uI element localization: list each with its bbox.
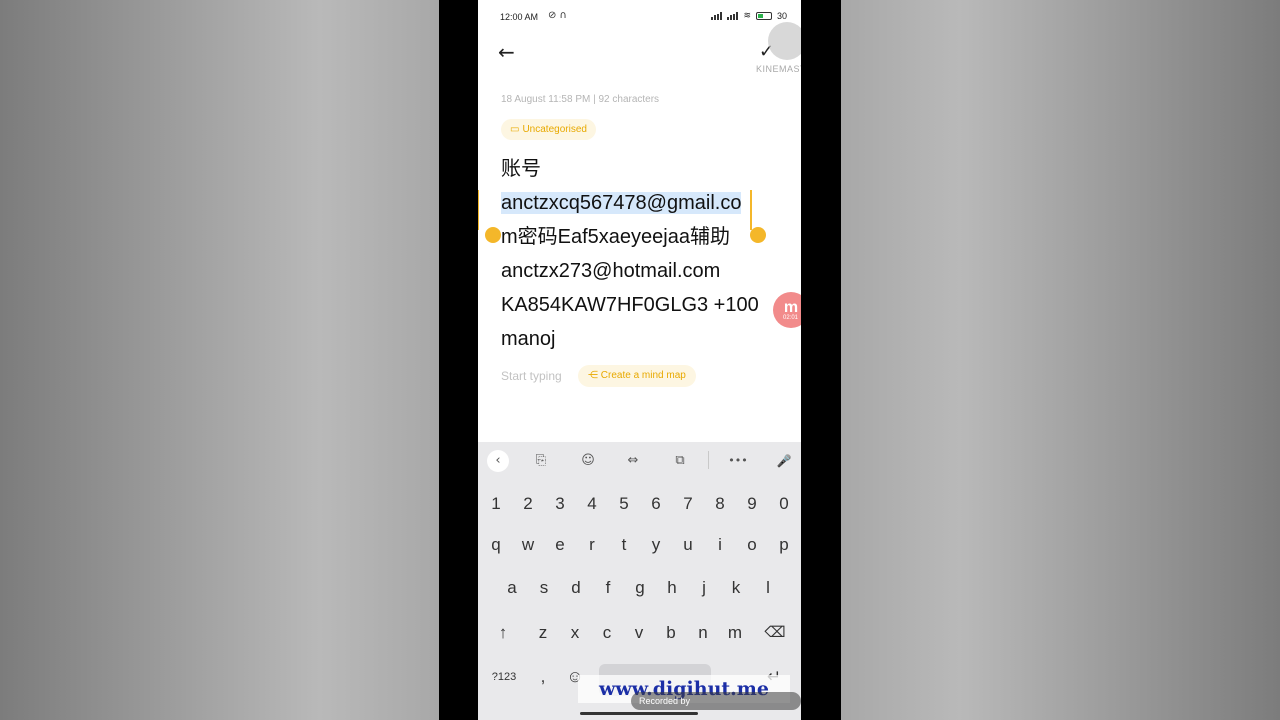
key-n[interactable]: n <box>691 613 715 653</box>
key-b[interactable]: b <box>659 613 683 653</box>
recorder-watermark: Recorded by <box>631 692 801 710</box>
note-line: manoj <box>501 328 556 350</box>
collapse-chevron-icon[interactable]: ‹ <box>487 450 509 472</box>
selection-handle-right-knob[interactable] <box>750 227 766 243</box>
notification-icons: ⊘ ∩ <box>548 10 567 21</box>
key-5[interactable]: 5 <box>612 484 636 524</box>
key-m[interactable]: m <box>723 613 747 653</box>
clipboard-icon[interactable]: ⧉ <box>669 450 691 472</box>
status-right: ≋ 30 <box>711 10 787 21</box>
note-line: m密码Eaf5xaeyeejaa辅助 <box>501 226 730 248</box>
create-mind-map-button[interactable]: ⋲ Create a mind map <box>578 365 696 387</box>
selected-text: anctzxcq567478@gmail.co <box>501 192 742 214</box>
category-label: Uncategorised <box>522 124 587 135</box>
key-g[interactable]: g <box>628 568 652 608</box>
key-c[interactable]: c <box>595 613 619 653</box>
key-e[interactable]: e <box>548 525 572 565</box>
battery-icon <box>755 11 772 20</box>
kinemaster-watermark: KINEMASTER <box>756 64 801 74</box>
note-line: KA854KAW7HF0GLG3 +100 <box>501 294 759 316</box>
kinemaster-logo <box>768 22 801 60</box>
selection-handle-left-knob[interactable] <box>485 227 501 243</box>
selection-handle-right[interactable] <box>750 190 752 230</box>
key-p[interactable]: p <box>772 525 796 565</box>
key-y[interactable]: y <box>644 525 668 565</box>
key-x[interactable]: x <box>563 613 587 653</box>
floating-recorder-bubble[interactable]: m 02:01 <box>773 292 801 328</box>
translate-icon[interactable]: ⎘ <box>530 450 552 472</box>
key-6[interactable]: 6 <box>644 484 668 524</box>
key-f[interactable]: f <box>596 568 620 608</box>
letter-row-3: ↑ z x c v b n m ⌫ <box>478 613 801 653</box>
battery-percent: 30 <box>776 10 787 21</box>
letter-row-2: a s d f g h j k l <box>478 568 801 608</box>
key-h[interactable]: h <box>660 568 684 608</box>
back-arrow-icon[interactable]: ← <box>498 40 522 64</box>
key-k[interactable]: k <box>724 568 748 608</box>
key-7[interactable]: 7 <box>676 484 700 524</box>
symbols-key[interactable]: ?123 <box>488 657 520 697</box>
note-line: 账号 <box>501 158 541 180</box>
key-l[interactable]: l <box>756 568 780 608</box>
note-meta: 18 August 11:58 PM | 92 characters <box>501 94 660 105</box>
shift-icon[interactable]: ↑ <box>491 613 515 653</box>
toolbar-divider <box>708 451 709 469</box>
key-s[interactable]: s <box>532 568 556 608</box>
bubble-time: 02:01 <box>783 315 799 321</box>
key-t[interactable]: t <box>612 525 636 565</box>
selection-handle-left[interactable] <box>478 190 479 230</box>
key-r[interactable]: r <box>580 525 604 565</box>
home-indicator[interactable] <box>580 712 698 715</box>
more-icon[interactable]: ••• <box>727 450 749 472</box>
sticker-icon[interactable]: ☺ <box>577 450 599 472</box>
start-typing-placeholder[interactable]: Start typing <box>501 369 562 383</box>
note-line: anctzx273@hotmail.com <box>501 260 721 282</box>
key-9[interactable]: 9 <box>740 484 764 524</box>
category-chip[interactable]: ▭ Uncategorised <box>501 119 596 140</box>
number-row: 1 2 3 4 5 6 7 8 9 0 <box>478 484 801 524</box>
key-d[interactable]: d <box>564 568 588 608</box>
note-body[interactable]: 账号 anctzxcq567478@gmail.co m密码Eaf5xaeyee… <box>501 152 759 356</box>
note-line-selected: anctzxcq567478@gmail.co <box>501 186 759 220</box>
folder-icon: ▭ <box>510 124 520 135</box>
cursor-control-icon[interactable]: ⇔ <box>622 450 644 472</box>
signal-icon-2 <box>727 11 739 20</box>
key-o[interactable]: o <box>740 525 764 565</box>
key-1[interactable]: 1 <box>484 484 508 524</box>
key-q[interactable]: q <box>484 525 508 565</box>
key-j[interactable]: j <box>692 568 716 608</box>
phone-screen: 12:00 AM ⊘ ∩ ≋ 30 ← ✓ KINEMASTER 18 Augu… <box>478 0 801 720</box>
key-z[interactable]: z <box>531 613 555 653</box>
mindmap-label: Create a mind map <box>600 370 686 381</box>
status-time: 12:00 AM <box>500 12 539 22</box>
key-v[interactable]: v <box>627 613 651 653</box>
key-3[interactable]: 3 <box>548 484 572 524</box>
key-4[interactable]: 4 <box>580 484 604 524</box>
letter-row-1: q w e r t y u i o p <box>478 525 801 565</box>
backspace-icon[interactable]: ⌫ <box>763 613 787 653</box>
key-w[interactable]: w <box>516 525 540 565</box>
key-a[interactable]: a <box>500 568 524 608</box>
comma-key[interactable]: , <box>531 657 555 697</box>
key-8[interactable]: 8 <box>708 484 732 524</box>
status-bar: 12:00 AM ⊘ ∩ ≋ 30 <box>478 0 801 34</box>
key-u[interactable]: u <box>676 525 700 565</box>
keyboard-toolbar: ‹ ⎘ ☺ ⇔ ⧉ ••• 🎤 <box>478 442 801 480</box>
mindmap-icon: ⋲ <box>588 370 598 381</box>
mic-icon[interactable]: 🎤 <box>773 450 795 472</box>
key-0[interactable]: 0 <box>772 484 796 524</box>
keyboard: ‹ ⎘ ☺ ⇔ ⧉ ••• 🎤 1 2 3 4 5 6 7 8 9 0 q w … <box>478 442 801 720</box>
signal-icon <box>711 11 723 20</box>
key-2[interactable]: 2 <box>516 484 540 524</box>
key-i[interactable]: i <box>708 525 732 565</box>
wifi-icon: ≋ <box>743 10 751 20</box>
